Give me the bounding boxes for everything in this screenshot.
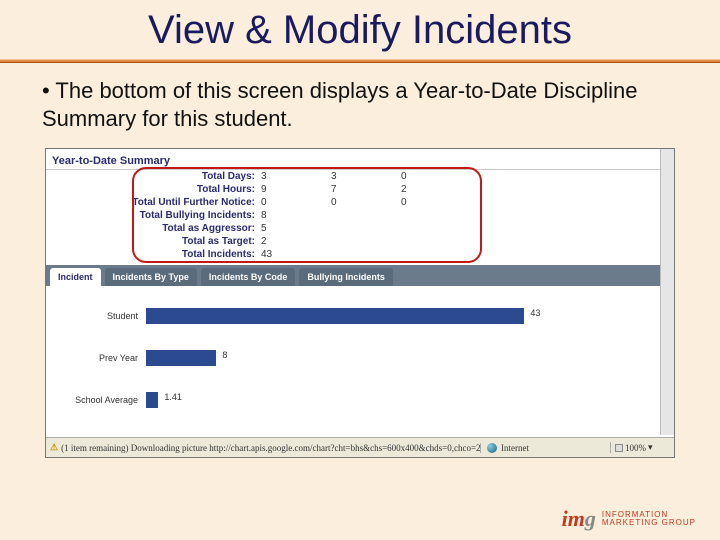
summary-row: Total Days:330 — [46, 170, 674, 183]
summary-col1: 9 — [261, 184, 331, 195]
summary-row: Total Bullying Incidents:8 — [46, 209, 674, 222]
summary-col1: 0 — [261, 197, 331, 208]
chart-bar — [146, 392, 158, 408]
zoom-icon — [615, 444, 623, 452]
summary-row: Total as Aggressor:5 — [46, 222, 674, 235]
chart-bar — [146, 350, 216, 366]
chart-row: Student 43 — [46, 306, 666, 326]
status-left: ⚠ (1 item remaining) Downloading picture… — [46, 442, 480, 453]
summary-col2 — [331, 236, 401, 247]
title-rule — [0, 59, 720, 63]
summary-label: Total Incidents: — [46, 249, 261, 260]
summary-row: Total as Target:2 — [46, 235, 674, 248]
chart-value: 43 — [530, 308, 540, 318]
chart-row: School Average 1.41 — [46, 390, 666, 410]
summary-col2: 3 — [331, 171, 401, 182]
chart-bar-wrap: 8 — [146, 348, 666, 368]
status-bar: ⚠ (1 item remaining) Downloading picture… — [46, 437, 674, 457]
chart-category: School Average — [46, 395, 146, 405]
slide-title: View & Modify Incidents — [0, 0, 720, 53]
summary-col2 — [331, 223, 401, 234]
status-text: (1 item remaining) Downloading picture h… — [61, 443, 480, 453]
chart-value: 1.41 — [164, 392, 182, 402]
summary-col3 — [401, 223, 471, 234]
summary-label: Total Days: — [46, 171, 261, 182]
scrollbar[interactable] — [660, 149, 674, 435]
summary-col2: 0 — [331, 197, 401, 208]
summary-col3 — [401, 210, 471, 221]
tab-incident[interactable]: Incident — [50, 268, 101, 286]
status-zoom: 100% ▾ — [610, 442, 674, 453]
summary-col2: 7 — [331, 184, 401, 195]
summary-col1: 2 — [261, 236, 331, 247]
summary-rows: Total Days:330Total Hours:972Total Until… — [46, 170, 674, 261]
chart-category: Prev Year — [46, 353, 146, 363]
tab-by-code[interactable]: Incidents By Code — [201, 268, 296, 286]
summary-label: Total as Aggressor: — [46, 223, 261, 234]
chart-bar-wrap: 1.41 — [146, 390, 666, 410]
tab-by-type[interactable]: Incidents By Type — [105, 268, 197, 286]
warning-icon: ⚠ — [50, 442, 58, 453]
summary-col3: 0 — [401, 197, 471, 208]
summary-row: Total Incidents:43 — [46, 248, 674, 261]
summary-col3 — [401, 236, 471, 247]
summary-col2 — [331, 249, 401, 260]
summary-col1: 3 — [261, 171, 331, 182]
zoom-level: 100% — [625, 443, 646, 453]
chart-category: Student — [46, 311, 146, 321]
summary-col2 — [331, 210, 401, 221]
internet-icon — [487, 443, 497, 453]
chart-area: Student 43 Prev Year 8 School Average 1.41 — [46, 294, 674, 432]
chart-value: 8 — [222, 350, 227, 360]
summary-label: Total Bullying Incidents: — [46, 210, 261, 221]
summary-heading: Year-to-Date Summary — [46, 149, 674, 170]
chart-bar — [146, 308, 524, 324]
summary-col3 — [401, 249, 471, 260]
chart-bar-wrap: 43 — [146, 306, 666, 326]
summary-col1: 5 — [261, 223, 331, 234]
summary-col3: 2 — [401, 184, 471, 195]
screenshot: Year-to-Date Summary Total Days:330Total… — [45, 148, 675, 458]
logo-text: INFORMATIONMARKETING GROUP — [602, 511, 696, 527]
status-zone-label: Internet — [501, 443, 529, 453]
status-zone: Internet — [480, 443, 610, 453]
summary-col1: 8 — [261, 210, 331, 221]
chevron-down-icon: ▾ — [648, 442, 653, 453]
summary-row: Total Until Further Notice:000 — [46, 196, 674, 209]
summary-row: Total Hours:972 — [46, 183, 674, 196]
summary-col1: 43 — [261, 249, 331, 260]
logo-mark: img — [562, 506, 596, 532]
chart-row: Prev Year 8 — [46, 348, 666, 368]
summary-label: Total Hours: — [46, 184, 261, 195]
summary-col3: 0 — [401, 171, 471, 182]
bullet-content: The bottom of this screen displays a Yea… — [42, 78, 638, 131]
img-logo: img INFORMATIONMARKETING GROUP — [562, 506, 696, 532]
summary-label: Total as Target: — [46, 236, 261, 247]
tab-bar: Incident Incidents By Type Incidents By … — [46, 265, 674, 286]
tab-bullying[interactable]: Bullying Incidents — [299, 268, 393, 286]
bullet-text: • The bottom of this screen displays a Y… — [0, 77, 720, 142]
summary-label: Total Until Further Notice: — [46, 197, 261, 208]
